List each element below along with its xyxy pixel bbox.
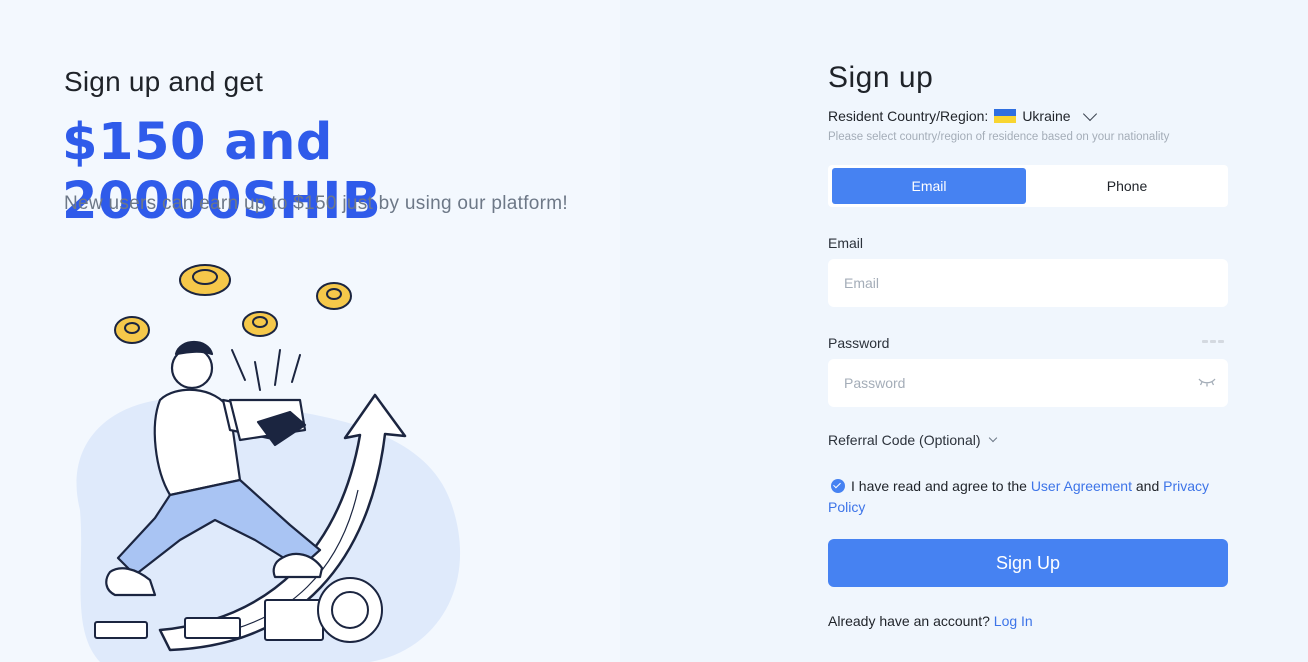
coin-icon [242, 311, 278, 337]
country-value: Ukraine [1022, 108, 1071, 124]
promo-intro: Sign up and get [64, 66, 264, 97]
country-label: Resident Country/Region: [828, 108, 989, 124]
login-prompt: Already have an account? [828, 613, 990, 629]
referral-code-toggle[interactable]: Referral Code (Optional) [828, 432, 997, 448]
promo-panel: Sign up and get $150 and 20000SHIB New u… [0, 0, 620, 662]
chevron-down-icon[interactable] [1082, 106, 1097, 121]
promo-subtitle: New users can earn up to $150 just by us… [64, 193, 568, 214]
password-field[interactable] [828, 359, 1228, 407]
coin-icon [179, 264, 231, 296]
ukraine-flag-icon [994, 109, 1017, 123]
signup-title: Sign up [828, 61, 934, 94]
chevron-down-icon [988, 433, 997, 443]
country-hint: Please select country/region of residenc… [828, 131, 1170, 143]
password-strength-indicator [1202, 340, 1224, 343]
login-row: Already have an account? Log In [828, 613, 1033, 629]
coin-icon [114, 316, 150, 344]
password-label: Password [828, 335, 890, 351]
country-selector[interactable]: Resident Country/Region: Ukraine [828, 106, 1097, 126]
check-circle-icon[interactable] [831, 479, 845, 493]
agree-and-text: and [1135, 478, 1160, 494]
tab-email[interactable]: Email [832, 168, 1026, 204]
coin-icon [316, 282, 352, 310]
email-field[interactable] [828, 259, 1228, 307]
user-agreement-link[interactable]: User Agreement [1031, 478, 1132, 494]
signup-button[interactable]: Sign Up [828, 539, 1228, 587]
signup-method-tabs: Email Phone [828, 165, 1228, 207]
email-label: Email [828, 235, 864, 251]
agreement-row: I have read and agree to the User Agreem… [828, 476, 1218, 518]
agree-text: I have read and agree to the [851, 478, 1027, 494]
promo-illustration [76, 264, 461, 662]
referral-label: Referral Code (Optional) [828, 432, 981, 448]
eye-closed-icon[interactable] [1198, 376, 1216, 388]
tab-phone[interactable]: Phone [1030, 168, 1224, 204]
login-link[interactable]: Log In [994, 613, 1033, 629]
